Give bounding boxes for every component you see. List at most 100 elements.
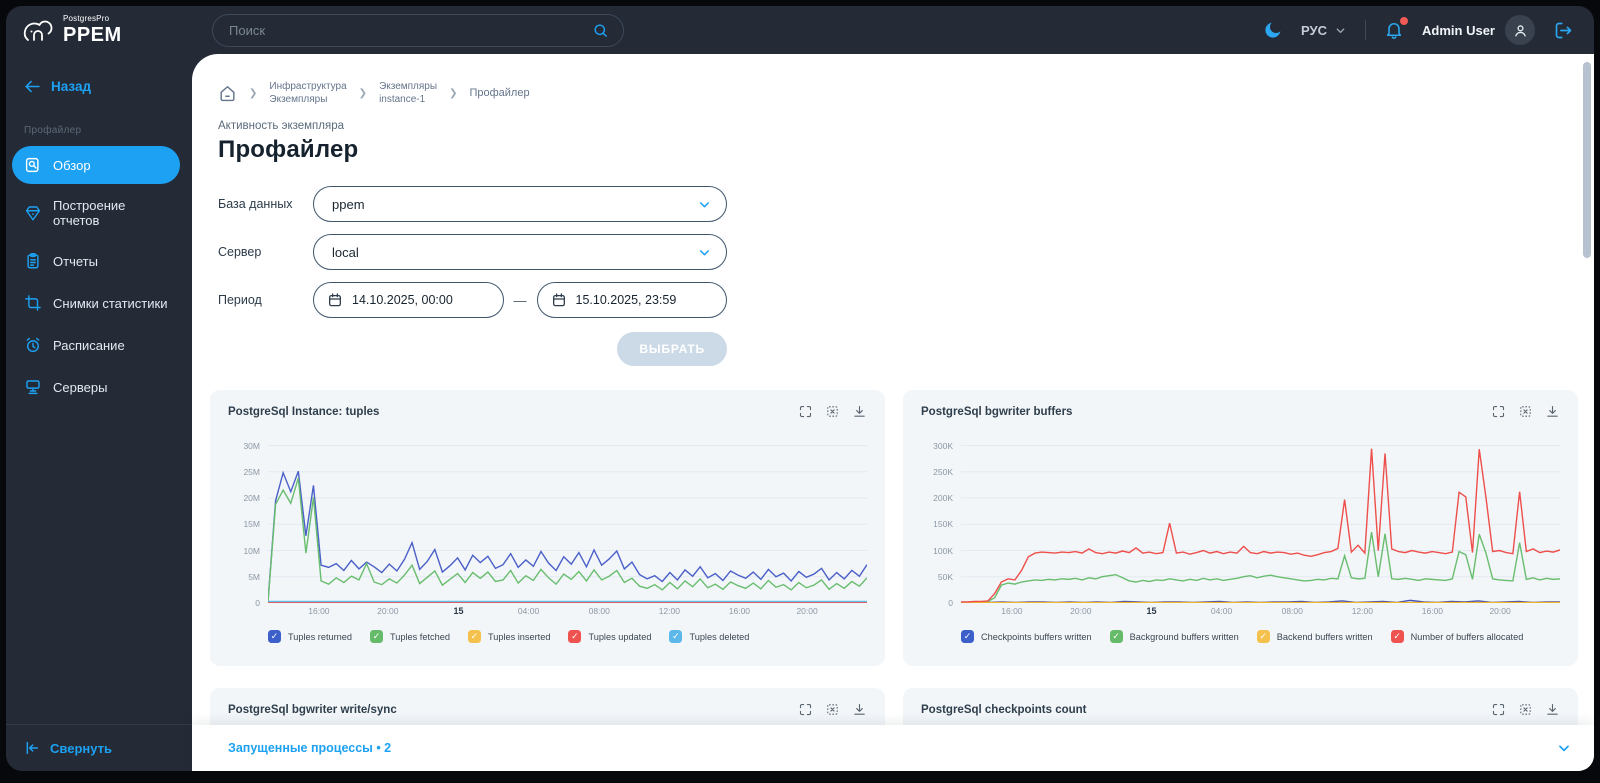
chevron-down-icon — [700, 249, 709, 255]
server-select[interactable]: local — [313, 234, 727, 270]
legend-label: Tuples updated — [588, 631, 652, 642]
legend-label: Backend buffers written — [1276, 631, 1373, 642]
page-title: Профайлер — [218, 136, 359, 163]
charts-grid: PostgreSql Instance: tuples 0 5M 10M 15M 20M… — [210, 390, 1578, 725]
sidebar-item-reports[interactable]: Отчеты — [12, 242, 180, 280]
chart-plot[interactable] — [268, 435, 867, 603]
database-select[interactable]: ppem — [313, 186, 727, 222]
sidebar: Назад Профайлер Обзор Построение отчетов — [6, 54, 192, 771]
logout-icon[interactable] — [1553, 20, 1574, 41]
sidebar-item-label: Построение отчетов — [53, 198, 126, 228]
calendar-icon — [552, 293, 565, 307]
elephant-logo-icon — [23, 20, 53, 41]
chart-title: PostgreSql Instance: tuples — [228, 405, 380, 418]
legend-checkbox[interactable]: ✓ — [467, 630, 481, 643]
legend-item[interactable]: ✓ Tuples inserted — [467, 630, 550, 643]
search-bar[interactable] — [212, 13, 624, 47]
reports-icon — [24, 252, 42, 270]
legend-item[interactable]: ✓ Tuples updated — [568, 630, 651, 643]
servers-icon — [24, 378, 42, 396]
breadcrumb-item-profiler[interactable]: Профайлер — [469, 87, 529, 99]
breadcrumb: ❯ Инфраструктура Экземпляры ❯ Экземпляры… — [218, 80, 1578, 106]
overview-icon — [24, 156, 42, 174]
chevron-down-icon — [1336, 27, 1345, 33]
chart-title: PostgreSql bgwriter buffers — [921, 405, 1073, 418]
main-panel: ❯ Инфраструктура Экземпляры ❯ Экземпляры… — [192, 54, 1594, 771]
legend-checkbox[interactable]: ✓ — [1390, 630, 1404, 643]
running-processes-bar[interactable]: Запущенные процессы • 2 — [192, 725, 1594, 771]
fullscreen-icon[interactable] — [798, 702, 813, 717]
search-icon[interactable] — [592, 22, 609, 39]
notifications-button[interactable] — [1384, 17, 1409, 40]
fullscreen-icon[interactable] — [1491, 702, 1506, 717]
period-from-input[interactable]: 14.10.2025, 00:00 — [313, 282, 504, 318]
chart-title: PostgreSql bgwriter write/sync — [228, 703, 397, 716]
legend-label: Number of buffers allocated — [1410, 631, 1524, 642]
legend-item[interactable]: ✓ Backend buffers written — [1256, 630, 1373, 643]
y-axis-labels: 0 50K 100K 150K 200K 250K 300K — [933, 440, 953, 609]
language-selector[interactable]: РУС — [1301, 23, 1347, 38]
legend-item[interactable]: ✓ Checkpoints buffers written — [961, 630, 1092, 643]
legend-checkbox[interactable]: ✓ — [370, 630, 384, 643]
collapse-sidebar-button[interactable]: Свернуть — [6, 724, 192, 771]
sidebar-item-servers[interactable]: Серверы — [12, 368, 180, 406]
dark-mode-moon-icon[interactable] — [1263, 20, 1283, 40]
back-button[interactable]: Назад — [24, 78, 192, 95]
sidebar-item-overview[interactable]: Обзор — [12, 146, 180, 184]
home-icon[interactable] — [218, 84, 237, 103]
sidebar-item-schedule[interactable]: Расписание — [12, 326, 180, 364]
legend-checkbox[interactable]: ✓ — [1109, 630, 1123, 643]
select-button[interactable]: ВЫБРАТЬ — [617, 332, 727, 366]
snapshots-icon — [24, 294, 42, 312]
legend-item[interactable]: ✓ Tuples deleted — [669, 630, 749, 643]
legend-checkbox[interactable]: ✓ — [268, 630, 281, 643]
brand-big-label: PPEM — [63, 24, 122, 46]
legend-checkbox[interactable]: ✓ — [1256, 630, 1270, 643]
sidebar-item-report-builder[interactable]: Построение отчетов — [12, 188, 180, 238]
search-input[interactable] — [229, 22, 592, 38]
brand-small-label: PostgresPro — [63, 14, 110, 23]
calendar-icon — [329, 293, 341, 307]
legend-item[interactable]: ✓ Background buffers written — [1109, 630, 1239, 643]
brand-logo[interactable]: PostgresPro PPEM — [22, 15, 192, 45]
download-icon[interactable] — [852, 702, 867, 717]
period-dash: — — [513, 292, 527, 308]
reset-zoom-icon[interactable] — [1518, 702, 1533, 717]
user-menu[interactable]: Admin User — [1422, 15, 1535, 45]
breadcrumb-item-instance[interactable]: Экземпляры instance-1 — [379, 80, 437, 106]
reset-zoom-icon[interactable] — [825, 404, 840, 419]
period-to-input[interactable]: 15.10.2025, 23:59 — [536, 282, 727, 318]
chart-plot[interactable] — [961, 435, 1560, 603]
legend-checkbox[interactable]: ✓ — [669, 630, 683, 643]
breadcrumb-item-infrastructure[interactable]: Инфраструктура Экземпляры — [269, 80, 346, 106]
chevron-down-icon[interactable] — [1556, 740, 1572, 756]
legend-item[interactable]: ✓ Tuples fetched — [370, 630, 450, 643]
legend-item[interactable]: ✓ Number of buffers allocated — [1390, 630, 1524, 643]
sidebar-item-label: Расписание — [53, 337, 125, 353]
topbar-divider — [1365, 20, 1367, 40]
fullscreen-icon[interactable] — [798, 404, 813, 419]
legend-label: Tuples deleted — [689, 631, 750, 642]
reset-zoom-icon[interactable] — [1518, 404, 1533, 419]
app-window: PostgresPro PPEM РУС — [6, 6, 1594, 771]
avatar[interactable] — [1505, 15, 1535, 45]
sidebar-item-label: Обзор — [53, 157, 91, 173]
arrow-left-icon — [25, 80, 40, 93]
period-label: Период — [218, 293, 262, 307]
breadcrumb-separator: ❯ — [249, 87, 258, 99]
legend-checkbox[interactable]: ✓ — [568, 630, 582, 643]
reset-zoom-icon[interactable] — [825, 702, 840, 717]
breadcrumb-separator: ❯ — [449, 87, 458, 99]
download-icon[interactable] — [852, 404, 867, 419]
legend-checkbox[interactable]: ✓ — [961, 630, 974, 643]
filter-form: База данных ppem Сервер local Период 14.… — [218, 186, 1578, 366]
download-icon[interactable] — [1545, 702, 1560, 717]
sidebar-item-label: Снимки статистики — [53, 295, 168, 311]
download-icon[interactable] — [1545, 404, 1560, 419]
fullscreen-icon[interactable] — [1491, 404, 1506, 419]
sidebar-item-snapshots[interactable]: Снимки статистики — [12, 284, 180, 322]
chart-legend: ✓ Tuples returned ✓ Tuples fetched ✓ Tuples i… — [268, 630, 867, 643]
running-processes-label: Запущенные процессы • 2 — [228, 741, 392, 755]
scrollbar-thumb[interactable] — [1583, 62, 1591, 258]
legend-item[interactable]: ✓ Tuples returned — [268, 630, 352, 643]
